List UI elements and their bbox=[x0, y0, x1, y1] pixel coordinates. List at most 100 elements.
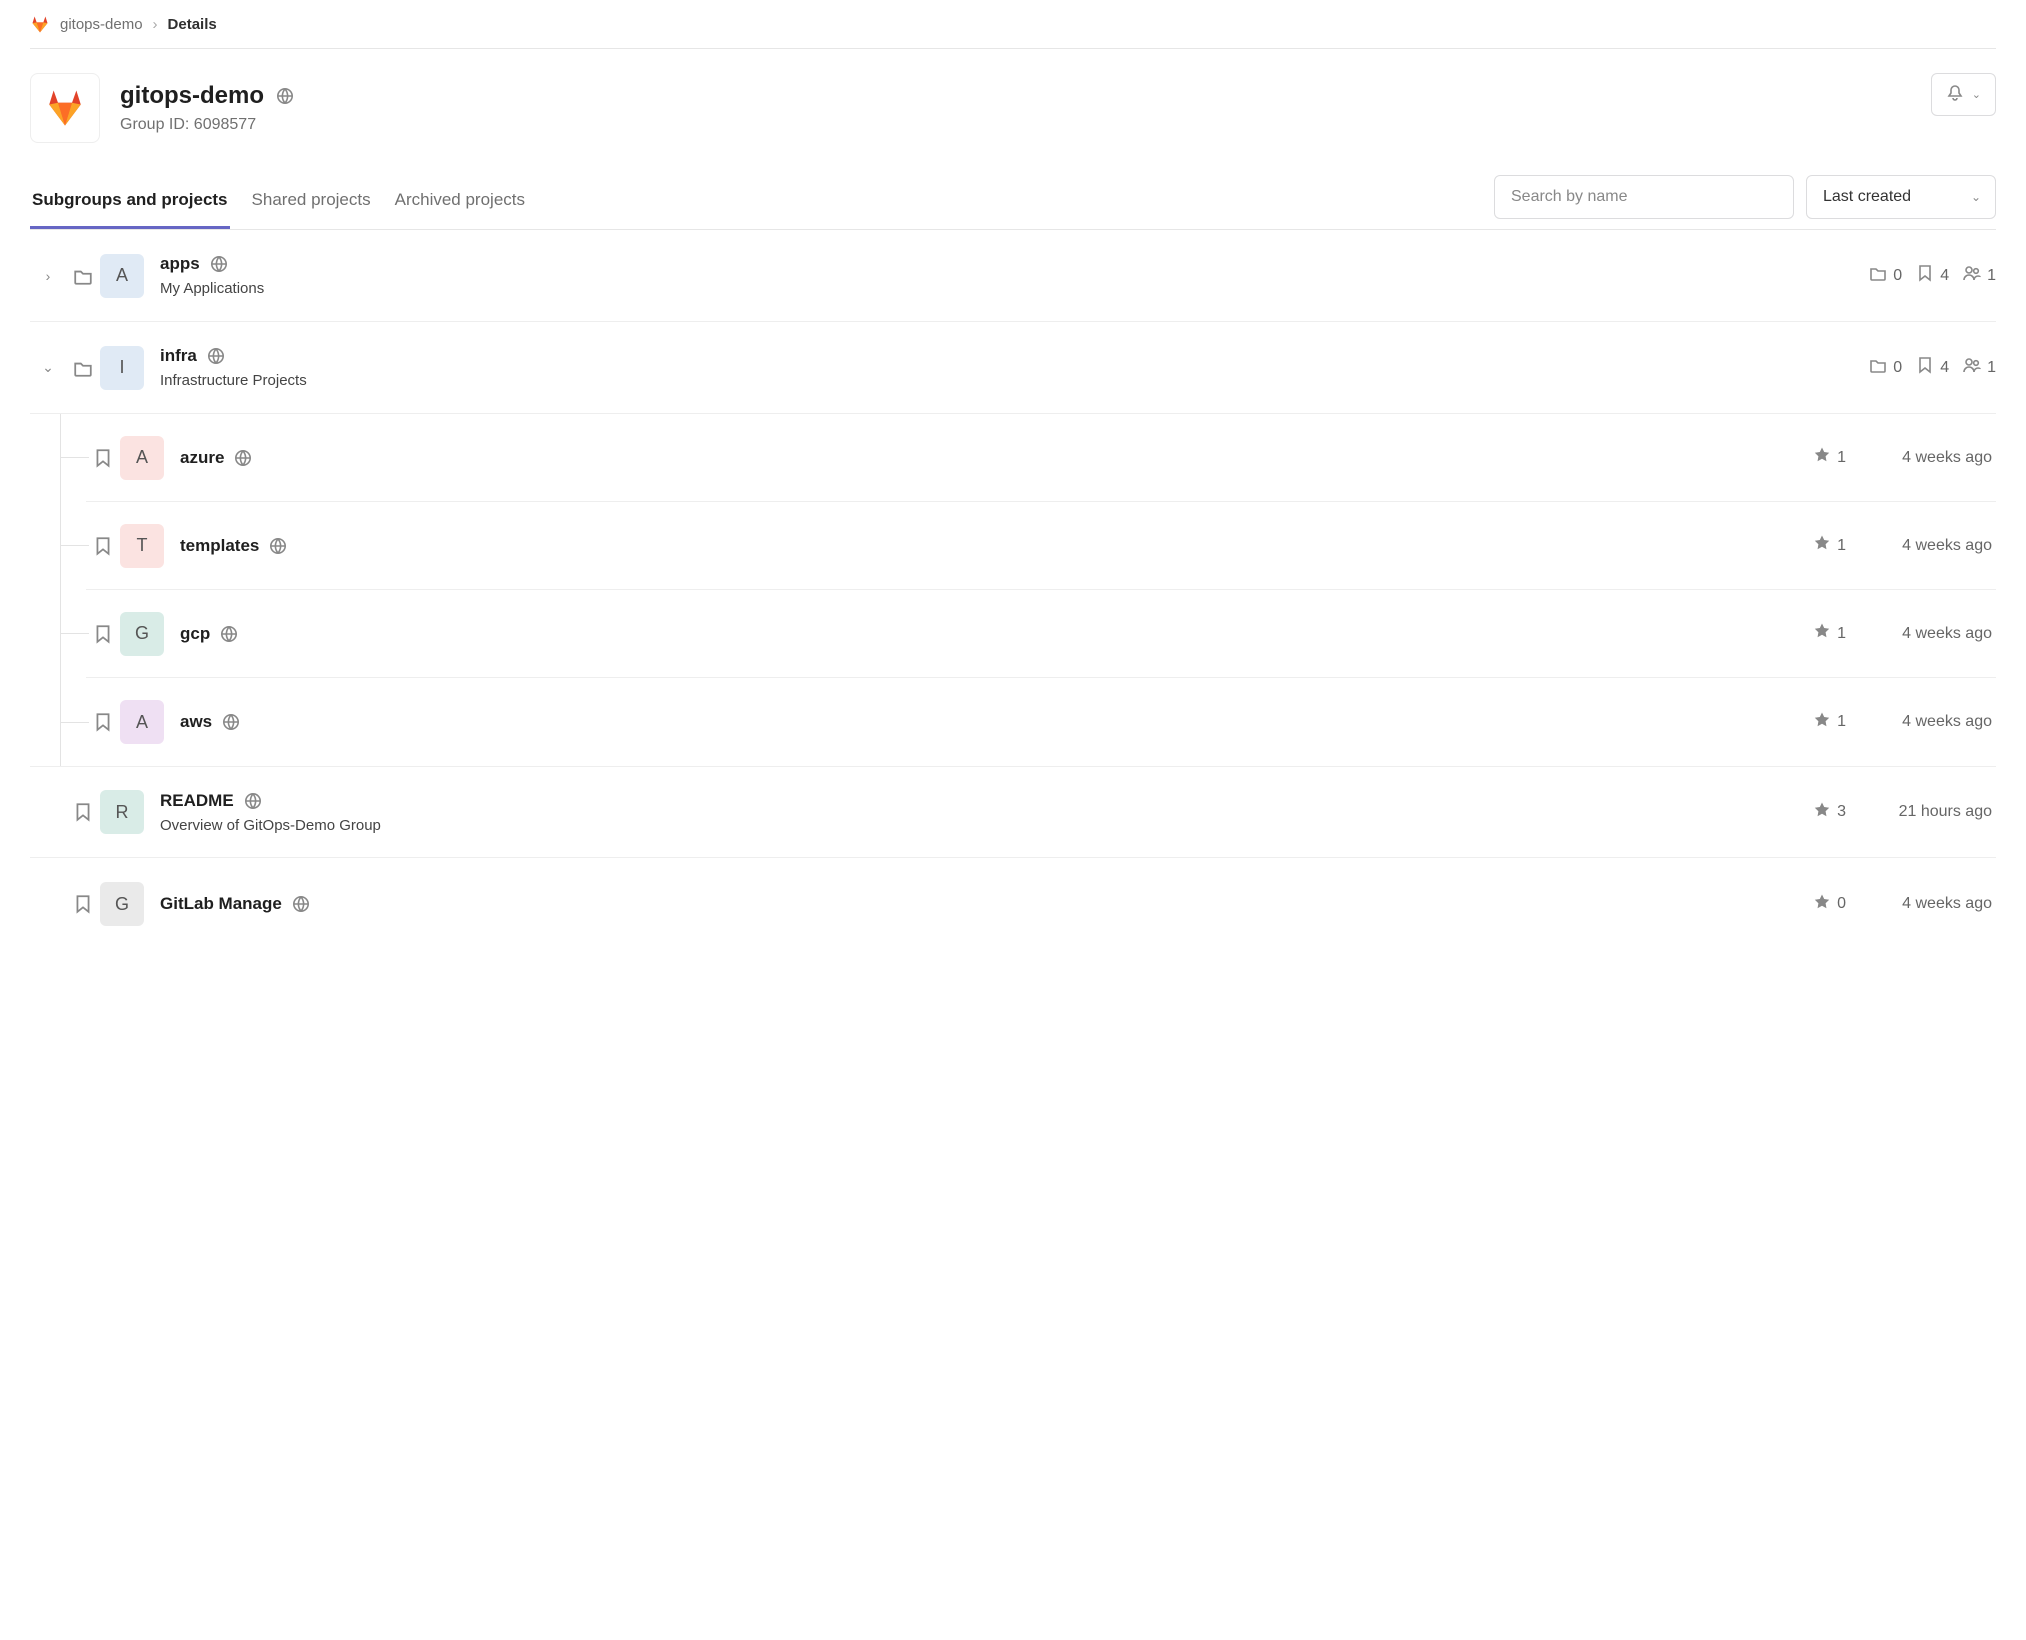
item-name[interactable]: aws bbox=[180, 712, 212, 732]
item-description: Infrastructure Projects bbox=[160, 372, 1869, 389]
bookmark-icon bbox=[86, 536, 120, 556]
timestamp: 4 weeks ago bbox=[1846, 537, 1996, 555]
bookmark-icon bbox=[86, 712, 120, 732]
item-name[interactable]: gcp bbox=[180, 624, 210, 644]
breadcrumb-current: Details bbox=[168, 16, 217, 33]
folder-icon bbox=[1869, 356, 1887, 379]
avatar: A bbox=[100, 254, 144, 298]
tabs-row: Subgroups and projects Shared projects A… bbox=[30, 175, 1996, 230]
globe-icon bbox=[222, 713, 240, 731]
avatar: T bbox=[120, 524, 164, 568]
sort-select[interactable]: Last created ⌄ bbox=[1806, 175, 1996, 219]
bookmark-icon bbox=[1916, 356, 1934, 379]
star-icon bbox=[1813, 622, 1831, 645]
item-description: Overview of GitOps-Demo Group bbox=[160, 817, 1813, 834]
avatar: G bbox=[100, 882, 144, 926]
item-name[interactable]: azure bbox=[180, 448, 224, 468]
tab-archived[interactable]: Archived projects bbox=[393, 176, 527, 229]
globe-icon bbox=[207, 347, 225, 365]
timestamp: 21 hours ago bbox=[1846, 803, 1996, 821]
project-row-readme[interactable]: › R README Overview of GitOps-Demo Group… bbox=[30, 766, 1996, 858]
item-name[interactable]: README bbox=[160, 791, 234, 811]
star-icon bbox=[1813, 893, 1831, 916]
subgroups-count: 0 bbox=[1893, 359, 1902, 377]
folder-icon bbox=[1869, 264, 1887, 287]
tab-subgroups[interactable]: Subgroups and projects bbox=[30, 176, 230, 229]
project-row-templates[interactable]: T templates 1 4 weeks ago bbox=[86, 502, 1996, 590]
item-name[interactable]: apps bbox=[160, 254, 200, 274]
group-row-infra[interactable]: ⌄ I infra Infrastructure Projects 0 4 1 bbox=[30, 322, 1996, 414]
globe-icon bbox=[269, 537, 287, 555]
stars-count: 3 bbox=[1837, 803, 1846, 821]
project-row-azure[interactable]: A azure 1 4 weeks ago bbox=[86, 414, 1996, 502]
avatar: A bbox=[120, 700, 164, 744]
globe-icon bbox=[292, 895, 310, 913]
item-name[interactable]: GitLab Manage bbox=[160, 894, 282, 914]
group-avatar bbox=[30, 73, 100, 143]
stars-count: 1 bbox=[1837, 537, 1846, 555]
tab-shared[interactable]: Shared projects bbox=[250, 176, 373, 229]
item-description: My Applications bbox=[160, 280, 1869, 297]
collapse-toggle[interactable]: ⌄ bbox=[30, 359, 66, 376]
tabs: Subgroups and projects Shared projects A… bbox=[30, 176, 527, 229]
star-icon bbox=[1813, 534, 1831, 557]
globe-icon bbox=[220, 625, 238, 643]
globe-icon bbox=[210, 255, 228, 273]
star-icon bbox=[1813, 801, 1831, 824]
chevron-down-icon: ⌄ bbox=[1971, 190, 1981, 204]
timestamp: 4 weeks ago bbox=[1846, 895, 1996, 913]
bookmark-icon bbox=[66, 802, 100, 822]
item-stats: 0 4 1 bbox=[1869, 356, 1996, 379]
members-count: 1 bbox=[1987, 267, 1996, 285]
stars-count: 0 bbox=[1837, 895, 1846, 913]
item-stats: 0 4 1 bbox=[1869, 264, 1996, 287]
users-icon bbox=[1963, 356, 1981, 379]
stars-count: 1 bbox=[1837, 713, 1846, 731]
chevron-down-icon: ⌄ bbox=[1972, 88, 1981, 101]
breadcrumb-parent[interactable]: gitops-demo bbox=[60, 16, 143, 33]
chevron-right-icon: › bbox=[153, 16, 158, 33]
sort-selected: Last created bbox=[1823, 188, 1911, 206]
projects-count: 4 bbox=[1940, 359, 1949, 377]
folder-icon bbox=[66, 358, 100, 378]
subgroups-count: 0 bbox=[1893, 267, 1902, 285]
search-input[interactable] bbox=[1494, 175, 1794, 219]
users-icon bbox=[1963, 264, 1981, 287]
avatar: G bbox=[120, 612, 164, 656]
projects-count: 4 bbox=[1940, 267, 1949, 285]
timestamp: 4 weeks ago bbox=[1846, 625, 1996, 643]
bookmark-icon bbox=[66, 894, 100, 914]
item-name[interactable]: infra bbox=[160, 346, 197, 366]
bookmark-icon bbox=[1916, 264, 1934, 287]
globe-icon bbox=[234, 449, 252, 467]
stars-count: 1 bbox=[1837, 449, 1846, 467]
group-id: Group ID: 6098577 bbox=[120, 116, 294, 134]
notifications-button[interactable]: ⌄ bbox=[1931, 73, 1996, 116]
star-icon bbox=[1813, 446, 1831, 469]
infra-children: A azure 1 4 weeks ago T templates bbox=[30, 414, 1996, 766]
project-row-aws[interactable]: A aws 1 4 weeks ago bbox=[86, 678, 1996, 766]
groups-projects-list: › A apps My Applications 0 4 1 ⌄ I bbox=[30, 230, 1996, 950]
members-count: 1 bbox=[1987, 359, 1996, 377]
project-row-gcp[interactable]: G gcp 1 4 weeks ago bbox=[86, 590, 1996, 678]
group-header: gitops-demo Group ID: 6098577 ⌄ bbox=[30, 49, 1996, 153]
item-name[interactable]: templates bbox=[180, 536, 259, 556]
avatar: A bbox=[120, 436, 164, 480]
breadcrumb: gitops-demo › Details bbox=[30, 0, 1996, 49]
folder-icon bbox=[66, 266, 100, 286]
project-row-gitlab-manage[interactable]: › G GitLab Manage 0 4 weeks ago bbox=[30, 858, 1996, 950]
bell-icon bbox=[1946, 84, 1964, 105]
star-icon bbox=[1813, 711, 1831, 734]
bookmark-icon bbox=[86, 448, 120, 468]
avatar: R bbox=[100, 790, 144, 834]
avatar: I bbox=[100, 346, 144, 390]
expand-toggle[interactable]: › bbox=[30, 268, 66, 284]
globe-icon bbox=[244, 792, 262, 810]
timestamp: 4 weeks ago bbox=[1846, 713, 1996, 731]
group-row-apps[interactable]: › A apps My Applications 0 4 1 bbox=[30, 230, 1996, 322]
bookmark-icon bbox=[86, 624, 120, 644]
timestamp: 4 weeks ago bbox=[1846, 449, 1996, 467]
stars-count: 1 bbox=[1837, 625, 1846, 643]
gitlab-logo-icon bbox=[30, 14, 50, 34]
globe-icon bbox=[276, 87, 294, 105]
